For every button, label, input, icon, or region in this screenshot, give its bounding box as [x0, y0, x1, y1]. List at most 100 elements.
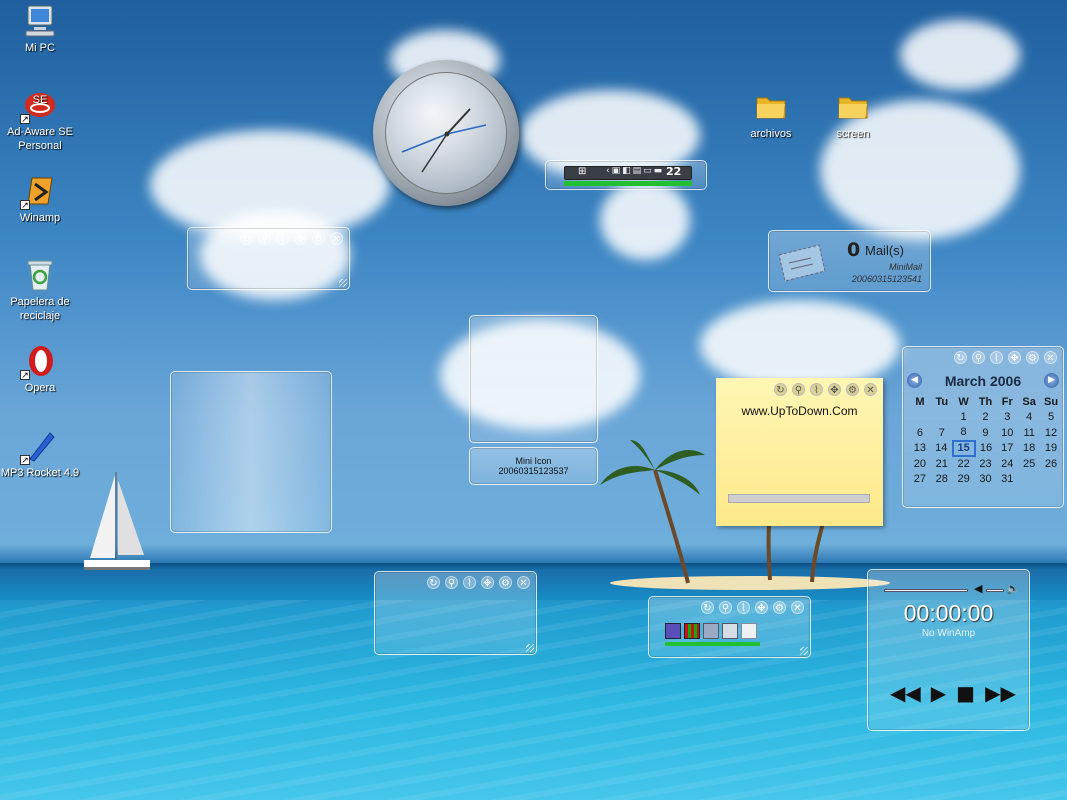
calendar-day-today[interactable]: 15 [951, 439, 976, 457]
calendar-day[interactable]: 26 [1040, 456, 1062, 472]
calendar-day[interactable]: 11 [1018, 425, 1040, 441]
calendar-day[interactable]: 16 [975, 441, 997, 457]
calendar-day[interactable] [909, 410, 931, 426]
calendar-day[interactable]: 22 [953, 456, 975, 472]
calendar-day[interactable]: 29 [953, 472, 975, 488]
attach-icon[interactable]: ⌇ [463, 576, 476, 589]
close-icon[interactable]: ✕ [330, 232, 343, 245]
calendar-day[interactable]: 13 [909, 441, 931, 457]
calendar-day[interactable]: 5 [1040, 410, 1062, 426]
pin-icon[interactable]: ⚲ [719, 601, 732, 614]
resize-grip[interactable] [339, 279, 347, 287]
stop-icon[interactable]: ■ [956, 682, 975, 704]
media-player-widget[interactable]: ◀ 🔈 00:00:00 No WinAmp ◀◀ ▶ ■ ▶▶ [867, 569, 1030, 731]
calendar-day[interactable]: 12 [1040, 425, 1062, 441]
calendar-widget[interactable]: ↻ ⚲ ⌇ ✥ ⚙ ✕ ◀ ▶ March 2006 M Tu W Th Fr … [902, 346, 1064, 508]
calendar-day[interactable]: 19 [1040, 441, 1062, 457]
desktop-icon-opera[interactable]: ↗ Opera [0, 344, 80, 395]
empty-gadget-panel[interactable]: ↻ ⚲ ⌇ ✥ ⚙ ✕ [187, 227, 350, 290]
close-icon[interactable]: ✕ [864, 383, 877, 396]
mini-icon-preview[interactable] [469, 315, 598, 443]
attach-icon[interactable]: ⌇ [276, 232, 289, 245]
calendar-day[interactable]: 30 [975, 472, 997, 488]
volume-icon[interactable]: ◀ [974, 582, 982, 595]
sticky-note-widget[interactable]: ↻ ⚲ ⌇ ✥ ⚙ ✕ www.UpToDown.Com [716, 378, 883, 526]
refresh-icon[interactable]: ↻ [954, 351, 967, 364]
note-scrollbar[interactable] [728, 494, 870, 503]
calendar-day[interactable]: 14 [931, 441, 953, 457]
move-icon[interactable]: ✥ [755, 601, 768, 614]
desktop-icon-ad-aware[interactable]: SE ↗ Ad-Aware SE Personal [0, 88, 80, 153]
calendar-day[interactable]: 27 [909, 472, 931, 488]
desktop-folder-screen[interactable]: screen [813, 90, 893, 141]
calendar-day[interactable] [931, 410, 953, 426]
move-icon[interactable]: ✥ [828, 383, 841, 396]
settings-icon[interactable]: ⚙ [846, 383, 859, 396]
calendar-day[interactable] [1040, 472, 1062, 488]
play-icon[interactable]: ▶ [931, 682, 946, 704]
analog-clock-widget[interactable] [373, 60, 519, 206]
move-icon[interactable]: ✥ [294, 232, 307, 245]
settings-icon[interactable]: ⚙ [773, 601, 786, 614]
desktop-icon-winamp[interactable]: ↗ Winamp [0, 174, 80, 225]
calendar-day[interactable]: 4 [1018, 410, 1040, 426]
calendar-day[interactable]: 17 [996, 441, 1018, 457]
attach-icon[interactable]: ⌇ [737, 601, 750, 614]
calendar-day[interactable]: 23 [975, 456, 997, 472]
app-launch-icon[interactable] [665, 623, 681, 639]
calendar-day[interactable]: 18 [1018, 441, 1040, 457]
refresh-icon[interactable]: ↻ [701, 601, 714, 614]
resize-grip[interactable] [526, 644, 534, 652]
calendar-day[interactable]: 2 [975, 410, 997, 426]
close-icon[interactable]: ✕ [517, 576, 530, 589]
calendar-day[interactable]: 10 [996, 425, 1018, 441]
attach-icon[interactable]: ⌇ [810, 383, 823, 396]
calendar-day[interactable]: 24 [996, 456, 1018, 472]
desktop-folder-archivos[interactable]: archivos [731, 90, 811, 141]
speaker-icon[interactable]: 🔈 [1006, 582, 1020, 595]
system-monitor-widget[interactable]: ⊞ ‹▣◧▤▭▬ 22 [545, 160, 707, 190]
rewind-icon[interactable]: ◀◀ [890, 682, 921, 704]
calendar-day[interactable]: 21 [931, 456, 953, 472]
pin-icon[interactable]: ⚲ [258, 232, 271, 245]
calendar-day[interactable]: 9 [975, 425, 997, 441]
fast-forward-icon[interactable]: ▶▶ [985, 682, 1016, 704]
desktop-icon-recycle-bin[interactable]: Papelera de reciclaje [0, 258, 80, 323]
app-launch-icon[interactable] [741, 623, 757, 639]
refresh-icon[interactable]: ↻ [427, 576, 440, 589]
calendar-day[interactable]: 1 [953, 410, 975, 426]
note-text[interactable]: www.UpToDown.Com [716, 404, 883, 418]
app-launch-icon[interactable] [703, 623, 719, 639]
settings-icon[interactable]: ⚙ [1026, 351, 1039, 364]
calendar-day[interactable]: 7 [931, 425, 953, 441]
blank-glass-panel[interactable] [170, 371, 332, 533]
calendar-day[interactable]: 28 [931, 472, 953, 488]
app-launch-icon[interactable] [684, 623, 700, 639]
desktop-icon-mp3-rocket[interactable]: ↗ MP3 Rocket 4.9 [0, 429, 80, 480]
calendar-day[interactable]: 20 [909, 456, 931, 472]
settings-icon[interactable]: ⚙ [499, 576, 512, 589]
move-icon[interactable]: ✥ [1008, 351, 1021, 364]
refresh-icon[interactable]: ↻ [240, 232, 253, 245]
calendar-day[interactable]: 3 [996, 410, 1018, 426]
calendar-day[interactable]: 6 [909, 425, 931, 441]
attach-icon[interactable]: ⌇ [990, 351, 1003, 364]
resize-grip[interactable] [800, 647, 808, 655]
minimail-widget[interactable]: 0 Mail(s) MiniMail 20060315123541 [768, 230, 931, 292]
move-icon[interactable]: ✥ [481, 576, 494, 589]
app-launch-icon[interactable] [722, 623, 738, 639]
pin-icon[interactable]: ⚲ [972, 351, 985, 364]
empty-gadget-panel-2[interactable]: ↻ ⚲ ⌇ ✥ ⚙ ✕ [374, 571, 537, 655]
pin-icon[interactable]: ⚲ [792, 383, 805, 396]
pin-icon[interactable]: ⚲ [445, 576, 458, 589]
calendar-day[interactable]: 25 [1018, 456, 1040, 472]
calendar-day[interactable]: 31 [996, 472, 1018, 488]
seek-slider[interactable] [884, 589, 968, 592]
settings-icon[interactable]: ⚙ [312, 232, 325, 245]
refresh-icon[interactable]: ↻ [774, 383, 787, 396]
calendar-day[interactable] [1018, 472, 1040, 488]
quick-launch-widget[interactable]: ↻ ⚲ ⌇ ✥ ⚙ ✕ [648, 596, 811, 658]
volume-slider[interactable] [986, 589, 1004, 592]
close-icon[interactable]: ✕ [791, 601, 804, 614]
calendar-day[interactable]: 8 [953, 425, 975, 441]
